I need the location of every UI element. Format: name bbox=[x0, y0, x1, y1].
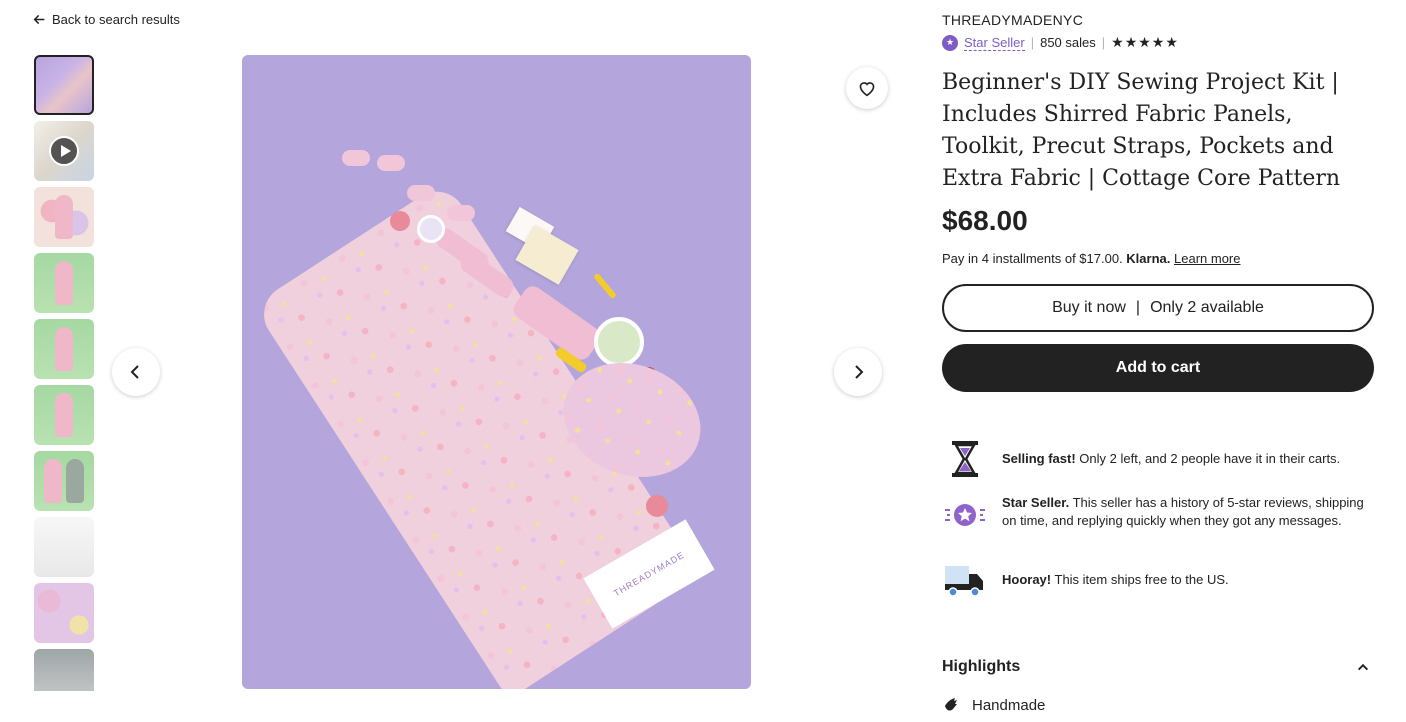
thumbnail-7[interactable] bbox=[34, 451, 94, 511]
buy-now-label: Buy it now bbox=[1052, 299, 1126, 316]
klarna-brand: Klarna. bbox=[1126, 251, 1171, 266]
divider: | bbox=[1030, 35, 1035, 50]
seller-row: ★ Star Seller | 850 sales | ★★★★★ bbox=[942, 34, 1374, 51]
thumbnail-9[interactable] bbox=[34, 583, 94, 643]
thumbnail-5[interactable] bbox=[34, 319, 94, 379]
thumbnail-1[interactable] bbox=[34, 55, 94, 115]
chevron-right-icon bbox=[855, 365, 864, 379]
favorite-button[interactable] bbox=[846, 67, 888, 109]
thumbnail-8[interactable] bbox=[34, 517, 94, 577]
selling-fast-row: Selling fast! Only 2 left, and 2 people … bbox=[942, 440, 1374, 478]
main-product-image: THREADYMADE bbox=[242, 55, 751, 689]
heart-icon bbox=[859, 82, 875, 97]
next-image-button[interactable] bbox=[834, 348, 882, 396]
divider: | bbox=[1135, 299, 1141, 316]
thumbnail-4[interactable] bbox=[34, 253, 94, 313]
highlights-toggle[interactable]: Highlights bbox=[942, 658, 1374, 676]
pin-cushion bbox=[417, 215, 445, 243]
klarna-installments: Pay in 4 installments of $17.00. Klarna.… bbox=[942, 251, 1374, 266]
back-link-label: Back to search results bbox=[52, 12, 180, 27]
chevron-left-icon bbox=[130, 365, 139, 379]
shop-name-link[interactable]: THREADYMADENYC bbox=[942, 12, 1374, 28]
info-text: This item ships free to the US. bbox=[1051, 572, 1229, 587]
info-bold: Star Seller. bbox=[1002, 495, 1070, 510]
play-icon bbox=[49, 136, 79, 166]
thumbnail-6[interactable] bbox=[34, 385, 94, 445]
buy-it-now-button[interactable]: Buy it now | Only 2 available bbox=[942, 284, 1374, 332]
thumbnail-strip bbox=[34, 55, 94, 691]
thumbnail-10[interactable] bbox=[34, 649, 94, 691]
availability-label: Only 2 available bbox=[1150, 299, 1264, 316]
info-bold: Hooray! bbox=[1002, 572, 1052, 587]
highlights-label: Highlights bbox=[942, 658, 1021, 675]
star-seller-icon bbox=[942, 494, 988, 530]
star-seller-row: Star Seller. This seller has a history o… bbox=[942, 494, 1374, 530]
sales-count: 850 sales bbox=[1040, 35, 1096, 50]
info-text: Only 2 left, and 2 people have it in the… bbox=[1075, 451, 1341, 466]
learn-more-link[interactable]: Learn more bbox=[1174, 251, 1240, 266]
thumbnail-video[interactable] bbox=[34, 121, 94, 181]
listing-details: THREADYMADENYC ★ Star Seller | 850 sales… bbox=[942, 12, 1374, 392]
previous-image-button[interactable] bbox=[112, 348, 160, 396]
divider: | bbox=[1101, 35, 1106, 50]
truck-icon bbox=[942, 562, 988, 598]
add-to-cart-button[interactable]: Add to cart bbox=[942, 344, 1374, 392]
info-bold: Selling fast! bbox=[1002, 451, 1076, 466]
hand-icon bbox=[945, 698, 957, 711]
star-seller-badge-icon: ★ bbox=[942, 34, 958, 51]
listing-title: Beginner's DIY Sewing Project Kit | Incl… bbox=[942, 70, 1341, 191]
highlight-item: Handmade bbox=[942, 696, 1045, 714]
star-seller-link[interactable]: Star Seller bbox=[964, 35, 1025, 51]
rating-stars[interactable]: ★★★★★ bbox=[1111, 34, 1179, 51]
chevron-up-icon bbox=[1357, 663, 1369, 671]
free-shipping-row: Hooray! This item ships free to the US. bbox=[942, 562, 1374, 598]
thumbnail-3[interactable] bbox=[34, 187, 94, 247]
price: $68.00 bbox=[942, 205, 1028, 236]
arrow-left-icon bbox=[33, 14, 45, 25]
klarna-text: Pay in 4 installments of $17.00. bbox=[942, 251, 1123, 266]
highlight-label: Handmade bbox=[972, 696, 1046, 714]
hourglass-icon bbox=[942, 440, 988, 478]
kit-label bbox=[594, 317, 644, 367]
back-to-search-link[interactable]: Back to search results bbox=[33, 12, 180, 27]
